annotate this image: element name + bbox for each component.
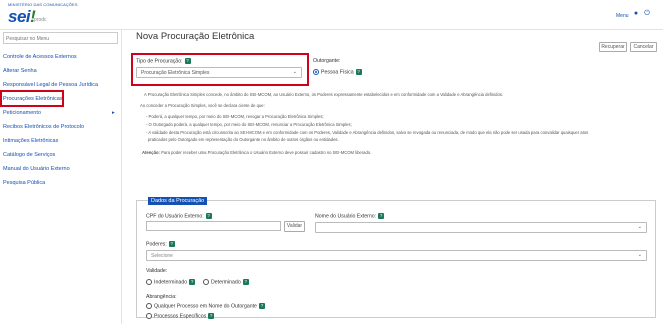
poderes-label: Poderes:? bbox=[146, 241, 175, 247]
attention-note: Atenção: Para poder receber uma Procuraç… bbox=[142, 150, 647, 155]
menu-search-input[interactable]: Pesquisar no Menu bbox=[3, 32, 118, 44]
radio-indeterminado[interactable] bbox=[146, 279, 152, 285]
tipo-procuracao-label: Tipo de Procuração:? bbox=[136, 58, 191, 64]
validade-determinado[interactable]: Determinado? bbox=[203, 279, 249, 285]
cancelar-button[interactable]: Cancelar bbox=[630, 42, 657, 52]
fieldset-legend: Dados da Procuração bbox=[148, 197, 208, 205]
sidebar-item-intimacoes[interactable]: Intimações Eletrônicas bbox=[0, 137, 122, 146]
chevron-down-icon: ⌄ bbox=[637, 252, 642, 258]
help-icon[interactable]: ? bbox=[258, 303, 265, 309]
radio-determinado[interactable] bbox=[203, 279, 209, 285]
cpf-label-text: CPF do Usuário Externo: bbox=[146, 213, 204, 220]
bullet-3: - A validade desta Procuração está circu… bbox=[146, 130, 589, 135]
sidebar-item-label: Peticionamento bbox=[3, 110, 41, 116]
bullet-2: - O Outorgado poderá, a qualquer tempo, … bbox=[146, 122, 352, 127]
processos-especificos-label: Processos Específicos bbox=[154, 313, 207, 320]
attention-bold: Atenção: bbox=[142, 150, 160, 155]
intro-paragraph: A Procuração Eletrônica Simples concede,… bbox=[144, 92, 504, 97]
menu-button[interactable]: Menu bbox=[616, 13, 629, 19]
sidebar-item-pesquisa[interactable]: Pesquisa Pública bbox=[0, 179, 122, 188]
radio-qualquer-processo[interactable] bbox=[146, 303, 152, 309]
ciente-paragraph: Ao conceder a Procuração Simples, você s… bbox=[140, 103, 265, 108]
environment-label: prodc bbox=[34, 17, 47, 23]
chevron-down-icon: ⌄ bbox=[292, 69, 297, 75]
attention-text: Para poder receber uma Procuração Eletrô… bbox=[161, 150, 372, 155]
page-title: Nova Procuração Eletrônica bbox=[136, 31, 255, 42]
tipo-procuracao-select[interactable]: Procuração Eletrônica Simples ⌄ bbox=[136, 67, 302, 78]
sidebar-item-controle-acessos[interactable]: Controle de Acessos Externos bbox=[0, 53, 122, 62]
sidebar-item-manual[interactable]: Manual do Usuário Externo bbox=[0, 165, 122, 174]
help-icon[interactable]: ? bbox=[205, 213, 212, 219]
poderes-label-text: Poderes: bbox=[146, 241, 167, 248]
abrangencia-especificos[interactable]: Processos Específicos? bbox=[146, 313, 215, 320]
sidebar-item-recibos[interactable]: Recibos Eletrônicos de Protocolo bbox=[0, 123, 122, 132]
user-icon[interactable]: ● bbox=[632, 10, 640, 18]
validar-button[interactable]: Validar bbox=[284, 221, 305, 232]
abrangencia-qualquer[interactable]: Qualquer Processo em Nome do Outorgante? bbox=[146, 303, 265, 309]
logo-text: sei bbox=[8, 7, 31, 26]
help-icon[interactable]: ? bbox=[378, 213, 385, 219]
radio-processos-especificos[interactable] bbox=[146, 313, 152, 319]
sei-logo[interactable]: sei! bbox=[8, 7, 36, 27]
determinado-label: Determinado bbox=[211, 279, 241, 286]
cpf-input[interactable] bbox=[146, 221, 281, 231]
recuperar-button[interactable]: Recuperar bbox=[599, 42, 627, 52]
indeterminado-label: Indeterminado bbox=[154, 279, 188, 286]
help-icon[interactable]: ? bbox=[355, 69, 362, 75]
chevron-right-icon: ▸ bbox=[112, 110, 115, 116]
sidebar-item-catalogo[interactable]: Catálogo de Serviços bbox=[0, 151, 122, 160]
tipo-select-value: Procuração Eletrônica Simples bbox=[141, 70, 210, 76]
help-icon[interactable]: ? bbox=[189, 279, 196, 285]
poderes-select[interactable]: Selecione ⌄ bbox=[146, 250, 647, 261]
help-icon[interactable]: ? bbox=[208, 313, 215, 319]
qualquer-processo-label: Qualquer Processo em Nome do Outorgante bbox=[154, 303, 257, 310]
nome-label-text: Nome do Usuário Externo: bbox=[315, 213, 377, 220]
nome-select[interactable]: ⌄ bbox=[315, 222, 647, 233]
validade-indeterminado[interactable]: Indeterminado? bbox=[146, 279, 196, 286]
radio-pessoa-fisica[interactable] bbox=[313, 69, 319, 75]
cpf-label: CPF do Usuário Externo:? bbox=[146, 213, 212, 219]
bullet-3-cont: praticados pelo Outorgado em representaç… bbox=[148, 137, 339, 142]
abrangencia-label: Abrangência: bbox=[146, 294, 177, 300]
sidebar: Pesquisar no Menu Controle de Acessos Ex… bbox=[0, 30, 122, 324]
sidebar-item-responsavel-legal[interactable]: Responsável Legal de Pessoa Jurídica bbox=[0, 81, 122, 90]
validade-label: Validade: bbox=[146, 268, 168, 274]
help-icon[interactable]: ? bbox=[184, 58, 191, 64]
nome-label: Nome do Usuário Externo:? bbox=[315, 213, 385, 220]
poderes-placeholder: Selecione bbox=[151, 253, 173, 259]
bullet-1: - Poderá, a qualquer tempo, por meio do … bbox=[146, 114, 324, 119]
sidebar-item-peticionamento[interactable]: Peticionamento ▸ bbox=[0, 109, 122, 118]
chevron-down-icon: ⌄ bbox=[637, 224, 642, 230]
sidebar-item-alterar-senha[interactable]: Alterar Senha bbox=[0, 67, 122, 76]
pessoa-fisica-label: Pessoa Física bbox=[321, 69, 354, 76]
top-header: MINISTÉRIO DAS COMUNICAÇÕES sei! prodc M… bbox=[0, 0, 663, 30]
tipo-label-text: Tipo de Procuração: bbox=[136, 58, 183, 65]
outorgante-option[interactable]: Pessoa Física? bbox=[313, 69, 362, 75]
help-icon[interactable]: ? bbox=[168, 241, 175, 247]
help-icon[interactable]: ? bbox=[242, 279, 249, 285]
highlight-procuracoes bbox=[0, 90, 64, 107]
outorgante-label: Outorgante: bbox=[313, 58, 341, 64]
power-icon[interactable]: ⏻ bbox=[643, 10, 651, 18]
